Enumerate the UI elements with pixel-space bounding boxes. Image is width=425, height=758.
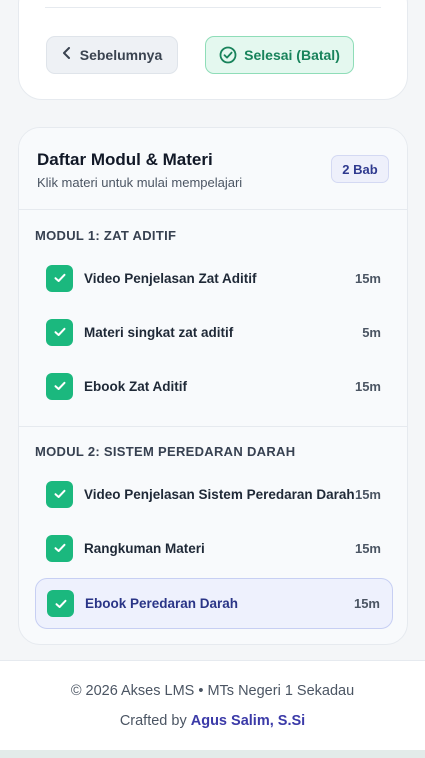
lesson-duration: 15m xyxy=(354,540,381,556)
footer: © 2026 Akses LMS • MTs Negeri 1 Sekadau … xyxy=(0,660,425,750)
module-list-card: Daftar Modul & Materi Klik materi untuk … xyxy=(18,127,408,645)
module-list-header: Daftar Modul & Materi Klik materi untuk … xyxy=(19,128,407,210)
complete-toggle-button[interactable]: Selesai (Batal) xyxy=(205,36,354,74)
lesson-item-active[interactable]: Ebook Peredaran Darah 15m xyxy=(35,578,393,629)
chevron-left-icon xyxy=(62,47,72,63)
lesson-item[interactable]: Rangkuman Materi 15m xyxy=(35,524,393,572)
check-circle-icon xyxy=(219,46,237,64)
footer-credit: Crafted by Agus Salim, S.Si xyxy=(0,713,425,729)
lesson-duration: 15m xyxy=(354,378,381,394)
lesson-nav-card: Sebelumnya Selesai (Batal) xyxy=(18,0,408,100)
lesson-label: Ebook Peredaran Darah xyxy=(85,596,239,611)
lesson-label: Video Penjelasan Zat Aditif xyxy=(84,270,257,286)
lesson-item[interactable]: Video Penjelasan Sistem Peredaran Darah … xyxy=(35,470,393,518)
lesson-label: Ebook Zat Aditif xyxy=(84,378,187,394)
lesson-duration: 15m xyxy=(353,596,380,611)
lesson-item[interactable]: Video Penjelasan Zat Aditif 15m xyxy=(35,254,393,302)
chapter-count-badge: 2 Bab xyxy=(331,155,389,183)
checkbox-checked-icon xyxy=(46,318,73,346)
divider xyxy=(45,7,381,8)
lesson-item[interactable]: Ebook Zat Aditif 15m xyxy=(35,362,393,410)
footer-copyright: © 2026 Akses LMS • MTs Negeri 1 Sekadau xyxy=(70,683,355,699)
module-title: MODUL 1: ZAT ADITIF xyxy=(35,228,177,243)
module-list-subtitle: Klik materi untuk mulai mempelajari xyxy=(37,175,243,190)
footer-credit-prefix: Crafted by xyxy=(119,713,187,729)
checkbox-checked-icon xyxy=(46,534,73,562)
previous-button-label: Sebelumnya xyxy=(79,47,163,63)
checkbox-checked-icon xyxy=(46,264,73,292)
module-divider xyxy=(19,426,407,427)
lesson-duration: 15m xyxy=(354,270,381,286)
lesson-label: Video Penjelasan Sistem Peredaran Darah xyxy=(84,486,355,502)
footer-author-link[interactable]: Agus Salim, S.Si xyxy=(191,713,305,729)
lesson-item[interactable]: Materi singkat zat aditif 5m xyxy=(35,308,393,356)
lesson-label: Rangkuman Materi xyxy=(84,540,205,556)
page: Sebelumnya Selesai (Batal) Daftar Modul … xyxy=(0,0,425,750)
module-title: MODUL 2: SISTEM PEREDARAN DARAH xyxy=(35,444,296,459)
previous-button[interactable]: Sebelumnya xyxy=(46,36,178,74)
checkbox-checked-icon xyxy=(47,590,74,617)
complete-toggle-label: Selesai (Batal) xyxy=(244,47,340,63)
lesson-duration: 5m xyxy=(362,324,381,340)
lesson-label: Materi singkat zat aditif xyxy=(84,324,234,340)
module-list-title: Daftar Modul & Materi xyxy=(37,150,213,169)
lesson-duration: 15m xyxy=(354,486,381,502)
checkbox-checked-icon xyxy=(46,480,73,508)
checkbox-checked-icon xyxy=(46,372,73,400)
